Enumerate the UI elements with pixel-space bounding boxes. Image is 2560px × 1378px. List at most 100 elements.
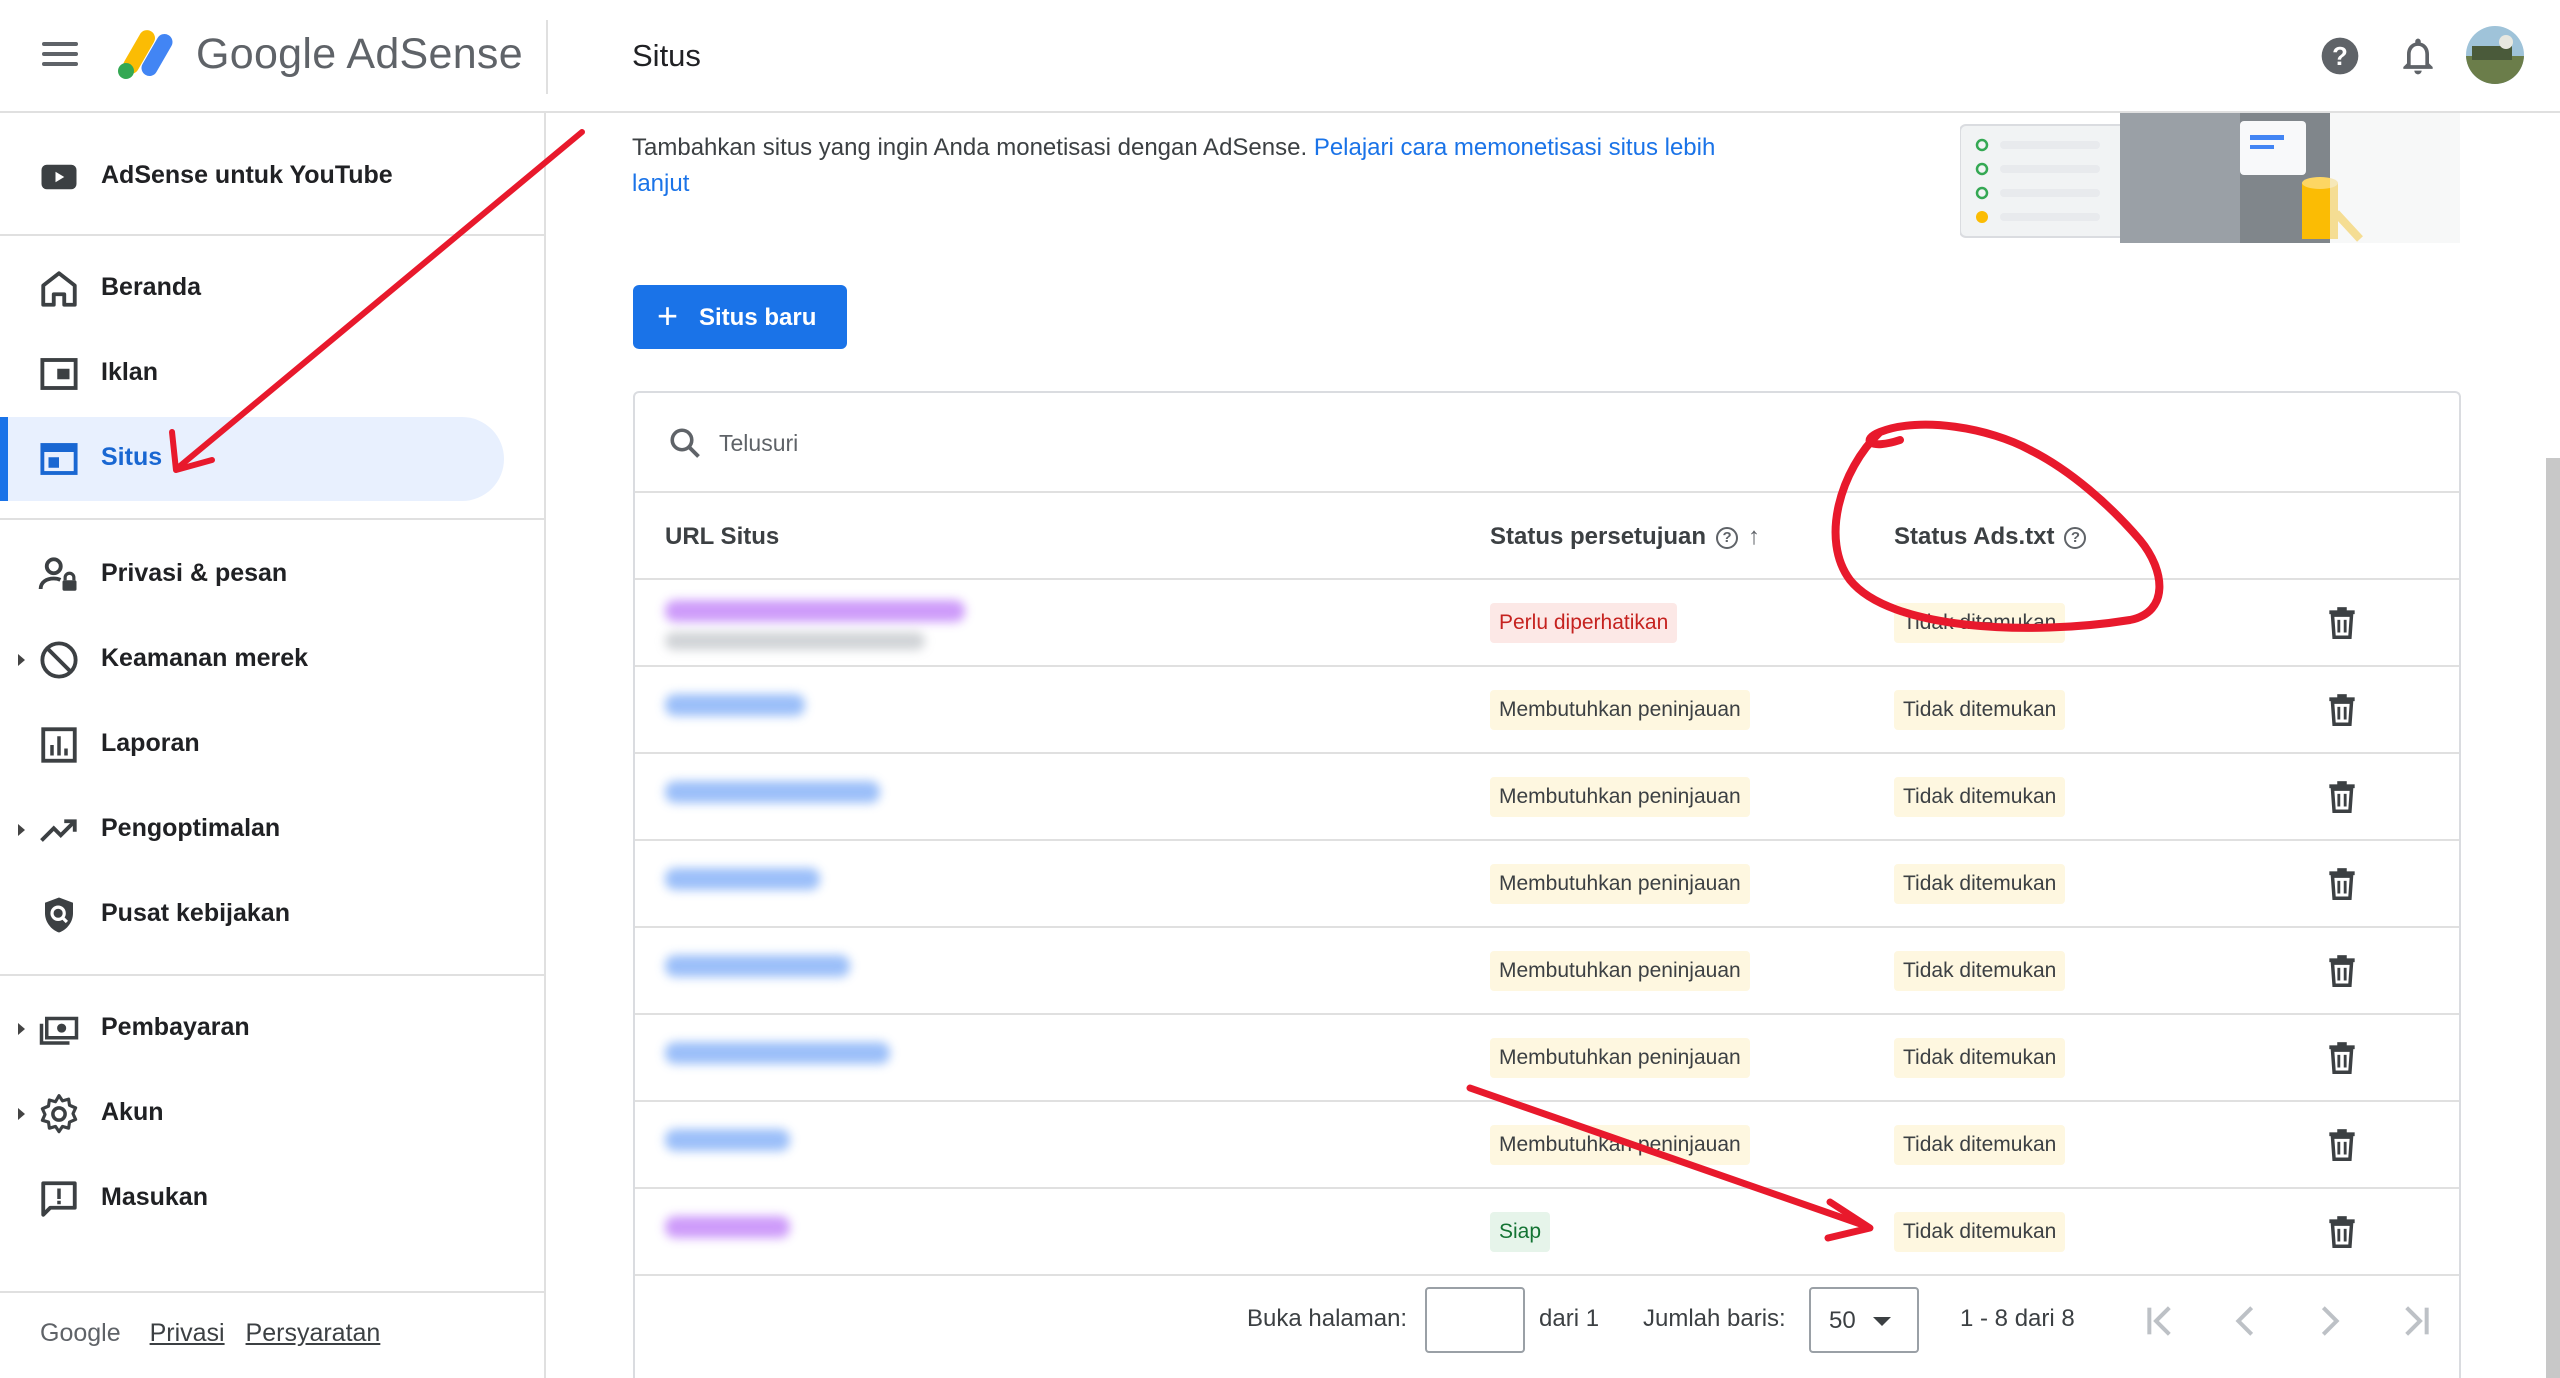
table-row[interactable]: Membutuhkan peninjauan Tidak ditemukan [635,841,2459,928]
site-url-blurred[interactable] [665,600,965,622]
table-row[interactable]: Membutuhkan peninjauan Tidak ditemukan [635,1015,2459,1102]
delete-trash-icon[interactable] [2323,1126,2361,1164]
sidebar-item-beranda[interactable]: Beranda [0,247,504,331]
sidebar-item-label: Iklan [101,358,158,386]
intro-text: Tambahkan situs yang ingin Anda monetisa… [632,130,1762,202]
sidebar-item-privasi[interactable]: Privasi & pesan [0,533,504,617]
sidebar-item-label: Akun [101,1098,164,1126]
rows-per-page-label: Jumlah baris: [1643,1305,1786,1332]
sidebar-item-pembayaran[interactable]: Pembayaran [0,987,504,1071]
adstxt-status-chip: Tidak ditemukan [1894,1125,2066,1165]
sidebar-divider [0,234,546,236]
delete-trash-icon[interactable] [2323,604,2361,642]
sidebar-divider [0,1291,546,1293]
table-row[interactable]: Membutuhkan peninjauan Tidak ditemukan [635,754,2459,841]
brand-name: Google AdSense [196,30,523,78]
reports-icon [41,727,77,763]
sidebar-item-pengoptimalan[interactable]: Pengoptimalan [0,788,504,872]
table-row[interactable]: Membutuhkan peninjauan Tidak ditemukan [635,667,2459,754]
delete-trash-icon[interactable] [2323,1213,2361,1251]
site-url-blurred[interactable] [665,955,850,977]
delete-trash-icon[interactable] [2323,865,2361,903]
svg-text:?: ? [2332,43,2348,71]
delete-trash-icon[interactable] [2323,1039,2361,1077]
approval-status-chip: Siap [1490,1212,1551,1252]
google-footer-text: Google [40,1319,121,1347]
sidebar-item-label: Pusat kebijakan [101,899,290,927]
approval-status-chip: Membutuhkan peninjauan [1490,951,1750,991]
main-menu-button[interactable] [38,38,82,74]
delete-trash-icon[interactable] [2323,952,2361,990]
intro-description: Tambahkan situs yang ingin Anda monetisa… [632,134,1308,161]
sidebar-item-adsense-youtube[interactable]: AdSense untuk YouTube [0,135,504,219]
table-pagination: Buka halaman: dari 1 Jumlah baris: 50 1 … [635,1273,2459,1373]
new-site-label: Situs baru [699,304,817,331]
help-icon[interactable]: ? [2318,34,2362,78]
sidebar-item-masukan[interactable]: Masukan [0,1157,504,1241]
sidebar-item-laporan[interactable]: Laporan [0,703,504,787]
plus-icon: + [657,295,679,336]
terms-link[interactable]: Persyaratan [246,1319,381,1347]
last-page-icon[interactable] [2395,1301,2435,1341]
table-row[interactable]: Membutuhkan peninjauan Tidak ditemukan [635,928,2459,1015]
sidebar-item-label: AdSense untuk YouTube [101,161,393,189]
search-bar [635,393,2459,493]
help-circle-icon[interactable]: ? [2064,527,2087,549]
delete-trash-icon[interactable] [2323,778,2361,816]
table-header-row: URL Situs Status persetujuan? ↑ Status Ad… [635,493,2459,580]
expand-caret-icon[interactable] [18,654,25,666]
dropdown-arrow-icon [1873,1317,1891,1326]
search-input[interactable] [719,419,1419,467]
rows-per-page-select[interactable]: 50 [1809,1287,1919,1353]
table-row[interactable]: Perlu diperhatikan Tidak ditemukan [635,580,2459,667]
table-row[interactable]: Siap Tidak ditemukan [635,1189,2459,1276]
page-scrollbar[interactable] [2546,458,2560,1378]
sidebar-item-situs[interactable]: Situs [0,417,504,501]
first-page-icon[interactable] [2141,1301,2181,1341]
site-url-blurred[interactable] [665,1042,890,1064]
sidebar-item-pusat-kebijakan[interactable]: Pusat kebijakan [0,873,504,957]
site-url-blurred[interactable] [665,1216,790,1238]
help-circle-icon[interactable]: ? [1716,527,1739,549]
go-to-page-label: Buka halaman: [1247,1305,1408,1332]
new-site-button[interactable]: + Situs baru [633,285,847,349]
sidebar-item-akun[interactable]: Akun [0,1072,504,1156]
approval-status-chip: Membutuhkan peninjauan [1490,1125,1750,1165]
sort-ascending-icon[interactable]: ↑ [1748,523,1760,550]
sidebar-item-label: Keamanan merek [101,644,309,672]
adstxt-status-chip: Tidak ditemukan [1894,1038,2066,1078]
topbar-divider [546,20,548,94]
column-header-approval[interactable]: Status persetujuan? ↑ [1490,523,1760,551]
approval-status-chip: Membutuhkan peninjauan [1490,690,1750,730]
sidebar-item-iklan[interactable]: Iklan [0,332,504,416]
gear-icon [40,1094,78,1134]
column-header-url[interactable]: URL Situs [665,523,779,551]
previous-page-icon[interactable] [2225,1301,2265,1341]
column-header-adstxt[interactable]: Status Ads.txt? [1894,523,2087,551]
sidebar-item-keamanan-merek[interactable]: Keamanan merek [0,618,504,702]
feedback-icon [41,1181,77,1217]
rows-per-page-value: 50 [1829,1307,1856,1334]
next-page-icon[interactable] [2310,1301,2350,1341]
ads-icon [40,358,78,390]
sidebar-divider [0,518,546,520]
site-url-blurred[interactable] [665,1129,790,1151]
approval-status-chip: Membutuhkan peninjauan [1490,864,1750,904]
table-row[interactable]: Membutuhkan peninjauan Tidak ditemukan [635,1102,2459,1189]
site-url-blurred[interactable] [665,694,805,716]
notifications-bell-icon[interactable] [2396,34,2440,78]
delete-trash-icon[interactable] [2323,691,2361,729]
sites-table-card: URL Situs Status persetujuan? ↑ Status Ad… [633,391,2461,1378]
site-url-blurred[interactable] [665,868,820,890]
expand-caret-icon[interactable] [18,824,25,836]
expand-caret-icon[interactable] [18,1108,25,1120]
privacy-link[interactable]: Privasi [150,1319,225,1347]
site-url-blurred[interactable] [665,781,880,803]
expand-caret-icon[interactable] [18,1023,25,1035]
adstxt-status-chip: Tidak ditemukan [1894,1212,2066,1252]
youtube-icon [41,164,77,190]
account-avatar[interactable] [2466,26,2524,84]
sites-illustration [1960,113,2460,243]
sidebar-item-label: Masukan [101,1183,208,1211]
page-number-input[interactable] [1425,1287,1525,1353]
